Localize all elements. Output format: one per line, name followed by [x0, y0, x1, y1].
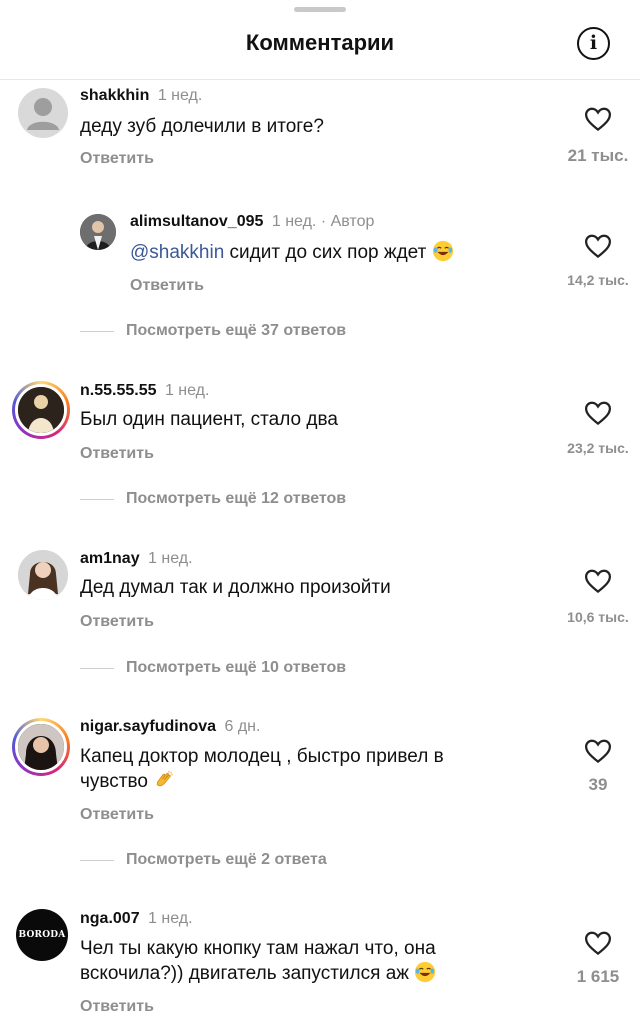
comment-text: деду зуб долечили в итоге?: [80, 116, 324, 137]
reply-button[interactable]: Ответить: [80, 998, 154, 1016]
view-more-label[interactable]: Посмотреть ещё 37 ответов: [126, 322, 346, 340]
comment-meta: nigar.sayfudinova 6 дн.: [80, 718, 260, 736]
comment-text-line-wrap: вскочила?)) двигатель запустился аж: [80, 961, 520, 986]
comment-meta: nga.007 1 нед.: [80, 910, 193, 928]
avatar[interactable]: BORODA: [16, 909, 68, 961]
heart-icon[interactable]: [583, 231, 613, 261]
comments-sheet: Комментарии i shakkhin 1 нед. деду зуб д…: [0, 0, 640, 1034]
page-title: Комментарии: [245, 30, 395, 55]
like-count: 21 тыс.: [567, 146, 629, 165]
like-count: 1 615: [576, 967, 620, 986]
laughing-emoji: [432, 240, 453, 262]
user-photo: [18, 550, 68, 600]
divider-line: [80, 667, 114, 669]
heart-icon[interactable]: [583, 104, 613, 134]
comment-username[interactable]: am1nay: [80, 550, 140, 567]
comment-time: 1 нед.: [148, 910, 193, 927]
comment-text: @shakkhin сидит до сих пор ждет: [130, 240, 550, 265]
comment-text-line: вскочила?)) двигатель запустился аж: [80, 963, 409, 984]
comment-meta: am1nay 1 нед.: [80, 550, 193, 568]
comment-time: 1 нед.: [271, 213, 317, 230]
avatar-logo-text: BORODA: [18, 930, 66, 940]
comment-text-body: сидит до сих пор ждет: [224, 242, 427, 263]
comment-username[interactable]: nga.007: [80, 910, 140, 927]
reply-button[interactable]: Ответить: [80, 150, 154, 168]
view-more-replies[interactable]: Посмотреть ещё 12 ответов: [80, 490, 346, 508]
heart-icon[interactable]: [583, 566, 613, 596]
default-avatar-icon: [27, 98, 59, 130]
avatar[interactable]: [12, 718, 70, 776]
view-more-replies[interactable]: Посмотреть ещё 37 ответов: [80, 322, 346, 340]
reply-button[interactable]: Ответить: [80, 445, 154, 463]
avatar[interactable]: [18, 550, 68, 600]
author-badge: · Автор: [320, 213, 375, 230]
laughing-emoji: [415, 961, 436, 983]
user-photo: [18, 387, 64, 433]
divider-line: [80, 498, 114, 500]
comment-text-line: чувство: [80, 771, 148, 792]
comments-header: Комментарии i: [0, 0, 640, 80]
avatar[interactable]: [80, 214, 116, 250]
heart-icon[interactable]: [583, 928, 613, 958]
comment-text-line: Чел ты какую кнопку там нажал что, она: [80, 938, 436, 959]
comment-text: Капец доктор молодец , быстро привел в ч…: [80, 745, 520, 794]
heart-icon[interactable]: [583, 398, 613, 428]
comment-text: Чел ты какую кнопку там нажал что, она в…: [80, 937, 520, 986]
user-photo: [80, 214, 116, 250]
reply-button[interactable]: Ответить: [130, 277, 204, 295]
like-count: 39: [588, 775, 608, 794]
comment-username[interactable]: alimsultanov_095: [130, 213, 263, 230]
comment-meta: alimsultanov_095 1 нед. · Автор: [130, 213, 374, 231]
avatar[interactable]: [18, 88, 68, 138]
view-more-label[interactable]: Посмотреть ещё 2 ответа: [126, 851, 327, 869]
comment-text: Был один пациент, стало два: [80, 409, 338, 430]
comment-text-line-wrap: чувство: [80, 769, 520, 794]
view-more-label[interactable]: Посмотреть ещё 10 ответов: [126, 659, 346, 677]
comment-text-line: Капец доктор молодец , быстро привел в: [80, 746, 444, 767]
comment-time: 1 нед.: [164, 382, 210, 399]
reply-button[interactable]: Ответить: [80, 806, 154, 824]
view-more-replies[interactable]: Посмотреть ещё 10 ответов: [80, 659, 346, 677]
divider-line: [80, 859, 114, 861]
clapping-hands-emoji: [156, 770, 174, 787]
comment-time: 6 дн.: [224, 718, 261, 735]
comment-meta: n.55.55.55 1 нед.: [80, 382, 209, 400]
comment-time: 1 нед.: [148, 550, 193, 567]
heart-icon[interactable]: [583, 736, 613, 766]
comment-username[interactable]: shakkhin: [80, 87, 149, 104]
divider-line: [80, 330, 114, 332]
view-more-label[interactable]: Посмотреть ещё 12 ответов: [126, 490, 346, 508]
user-photo: [18, 724, 64, 770]
comment-time: 1 нед.: [157, 87, 203, 104]
info-icon[interactable]: i: [577, 27, 610, 60]
avatar[interactable]: [12, 381, 70, 439]
mention-link[interactable]: @shakkhin: [130, 242, 224, 263]
comment-text: Дед думал так и должно произойти: [80, 577, 391, 598]
view-more-replies[interactable]: Посмотреть ещё 2 ответа: [80, 851, 327, 869]
comment-username[interactable]: n.55.55.55: [80, 382, 157, 399]
reply-button[interactable]: Ответить: [80, 613, 154, 631]
comment-username[interactable]: nigar.sayfudinova: [80, 718, 216, 735]
like-count: 14,2 тыс.: [567, 272, 629, 288]
like-count: 10,6 тыс.: [567, 609, 629, 625]
like-count: 23,2 тыс.: [567, 440, 629, 456]
comment-meta: shakkhin 1 нед.: [80, 87, 202, 105]
